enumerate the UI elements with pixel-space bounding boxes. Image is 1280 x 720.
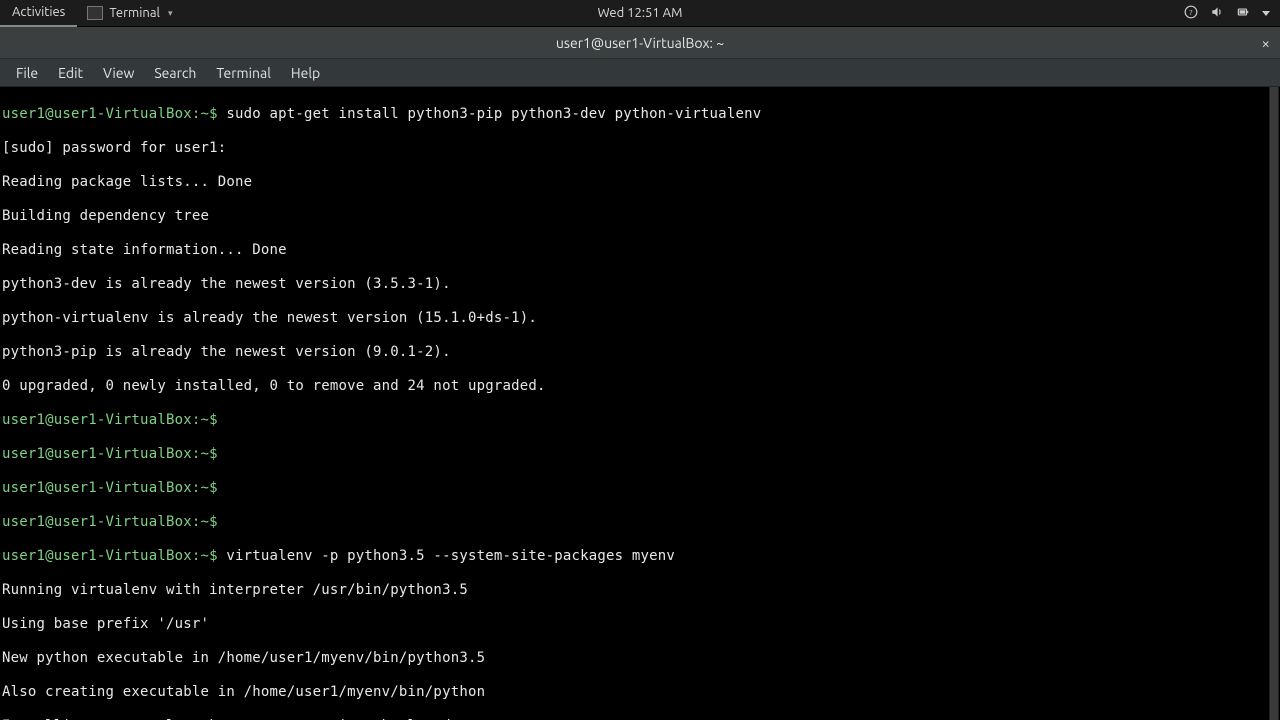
system-menu-chevron-icon[interactable] [1262,11,1270,16]
prompt: user1@user1-VirtualBox:~$ [2,106,218,122]
app-menu-label: Terminal [109,6,160,20]
prompt: user1@user1-VirtualBox:~$ [2,446,218,462]
prompt: user1@user1-VirtualBox:~$ [2,480,218,496]
volume-icon[interactable] [1210,5,1224,22]
output-line: Running virtualenv with interpreter /usr… [2,582,1278,599]
output-line: Reading package lists... Done [2,174,1278,191]
scrollbar-thumb[interactable] [1270,87,1278,720]
output-line: 0 upgraded, 0 newly installed, 0 to remo… [2,378,1278,395]
output-line: New python executable in /home/user1/mye… [2,650,1278,667]
output-line: python-virtualenv is already the newest … [2,310,1278,327]
prompt: user1@user1-VirtualBox:~$ [2,548,218,564]
terminal-menubar: File Edit View Search Terminal Help [0,59,1280,87]
menu-terminal[interactable]: Terminal [206,61,281,85]
output-line: [sudo] password for user1: [2,140,1278,157]
gnome-topbar: Activities Terminal ▾ Wed 12:51 AM ? [0,0,1280,27]
output-line: Building dependency tree [2,208,1278,225]
menu-edit[interactable]: Edit [48,61,93,85]
battery-icon[interactable] [1236,5,1250,22]
output-line: Also creating executable in /home/user1/… [2,684,1278,701]
window-title: user1@user1-VirtualBox: ~ [556,35,724,51]
prompt: user1@user1-VirtualBox:~$ [2,514,218,530]
window-titlebar: user1@user1-VirtualBox: ~ × [0,27,1280,59]
menu-view[interactable]: View [93,61,144,85]
output-line: python3-pip is already the newest versio… [2,344,1278,361]
window-close-button[interactable]: × [1262,34,1270,51]
terminal-scrollbar[interactable] [1269,87,1279,720]
command-text: sudo apt-get install python3-pip python3… [218,106,762,122]
output-line: python3-dev is already the newest versio… [2,276,1278,293]
terminal-icon [87,6,103,20]
menu-search[interactable]: Search [144,61,206,85]
accessibility-icon[interactable]: ? [1184,5,1198,22]
system-tray[interactable]: ? [1184,5,1280,22]
app-menu[interactable]: Terminal ▾ [77,0,182,27]
output-line: Using base prefix '/usr' [2,616,1278,633]
menu-help[interactable]: Help [281,61,330,85]
terminal-body[interactable]: user1@user1-VirtualBox:~$ sudo apt-get i… [0,87,1280,720]
command-text: virtualenv -p python3.5 --system-site-pa… [218,548,675,564]
output-line: Reading state information... Done [2,242,1278,259]
svg-text:?: ? [1190,8,1193,16]
menu-file[interactable]: File [6,61,48,85]
chevron-down-icon: ▾ [168,8,173,19]
clock[interactable]: Wed 12:51 AM [598,6,683,20]
activities-button[interactable]: Activities [0,0,77,27]
prompt: user1@user1-VirtualBox:~$ [2,412,218,428]
